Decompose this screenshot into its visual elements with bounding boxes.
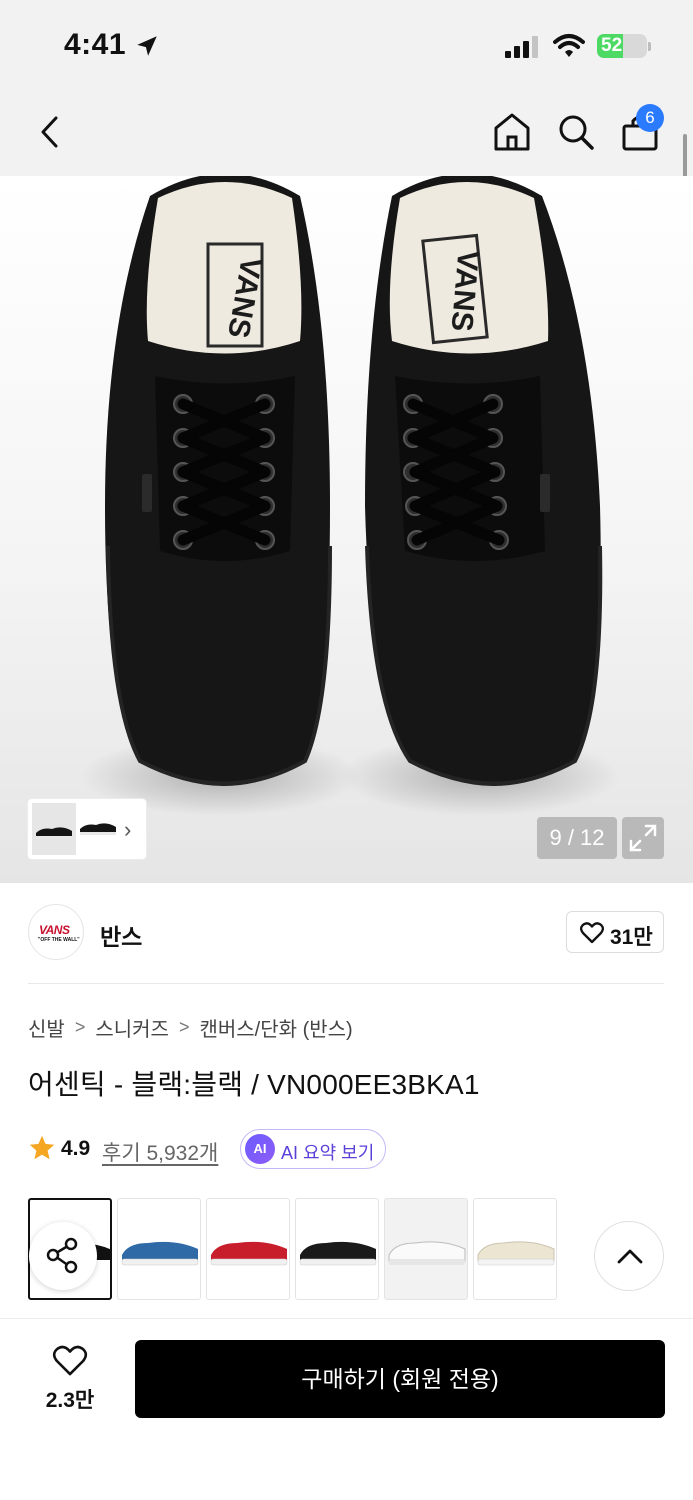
wishlist-count: 2.3만 [45, 1389, 95, 1412]
reviews-link[interactable]: 후기 5,932개 [102, 1137, 218, 1167]
brand-logo-subtext: "OFF THE WALL" [38, 937, 80, 943]
cellular-signal-icon [505, 36, 538, 58]
breadcrumb-item-shoes[interactable]: 신발 [28, 1013, 65, 1042]
chevron-up-icon [617, 1249, 643, 1264]
color-swatch-black-white[interactable] [295, 1198, 379, 1300]
home-icon[interactable] [492, 110, 532, 154]
breadcrumb: 신발 > 스니커즈 > 캔버스/단화 (반스) [28, 1013, 353, 1042]
brand-like-count: 31만 [610, 926, 653, 949]
ai-badge-icon: AI [245, 1134, 275, 1164]
breadcrumb-item-sneakers[interactable]: 스니커즈 [95, 1013, 169, 1042]
location-arrow-icon [137, 36, 157, 56]
color-swatch-red[interactable] [206, 1198, 290, 1300]
search-icon[interactable] [556, 110, 596, 154]
share-button[interactable] [29, 1222, 97, 1290]
color-swatch-navy[interactable] [117, 1198, 201, 1300]
chevron-right-icon: > [178, 1017, 190, 1037]
scroll-to-top-button[interactable] [594, 1221, 664, 1291]
cart-count-badge: 6 [636, 104, 664, 132]
brand-logo[interactable]: VANS "OFF THE WALL" [28, 904, 84, 960]
color-swatch-white[interactable] [384, 1198, 468, 1300]
buy-button[interactable]: 구매하기 (회원 전용) [135, 1340, 665, 1418]
chevron-right-icon: > [74, 1017, 86, 1037]
svg-text:VANS: VANS [444, 249, 484, 333]
brand-logo-text: VANS [39, 923, 70, 937]
back-chevron-icon[interactable] [30, 110, 70, 154]
chevron-right-icon[interactable]: › [124, 817, 131, 843]
battery-level: 52 [601, 35, 623, 56]
ai-summary-button[interactable]: AI AI 요약 보기 [240, 1129, 386, 1169]
divider [28, 983, 664, 984]
rating-value: 4.9 [61, 1137, 91, 1160]
wifi-icon [553, 34, 585, 57]
product-shoe-image: VANS VANS [80, 176, 620, 816]
ai-summary-label: AI 요약 보기 [281, 1143, 375, 1163]
status-time: 4:41 [64, 28, 127, 61]
product-title: 어센틱 - 블랙:블랙 / VN000EE3BKA1 [28, 1069, 480, 1100]
gallery-thumbnail-current[interactable] [32, 803, 76, 855]
gallery-thumbnail-next[interactable] [78, 809, 118, 849]
status-bar: 4:41 52 [0, 0, 693, 92]
brand-name[interactable]: 반스 [100, 918, 142, 952]
heart-icon [580, 922, 604, 944]
breadcrumb-item-canvas[interactable]: 캔버스/단화 (반스) [199, 1013, 352, 1042]
top-nav [0, 92, 693, 176]
brand-like-button[interactable]: 31만 [566, 911, 664, 953]
color-swatch-cream[interactable] [473, 1198, 557, 1300]
share-icon [46, 1237, 78, 1274]
battery-nub [648, 42, 651, 51]
gallery-thumbnail-strip[interactable]: › [28, 799, 146, 859]
battery-icon: 52 [597, 34, 647, 58]
gallery-counter: 9 / 12 [537, 817, 617, 859]
star-icon [29, 1135, 55, 1160]
expand-icon[interactable] [622, 817, 664, 859]
product-image-gallery[interactable]: VANS VANS [0, 176, 693, 883]
wishlist-heart-icon[interactable] [52, 1345, 88, 1377]
